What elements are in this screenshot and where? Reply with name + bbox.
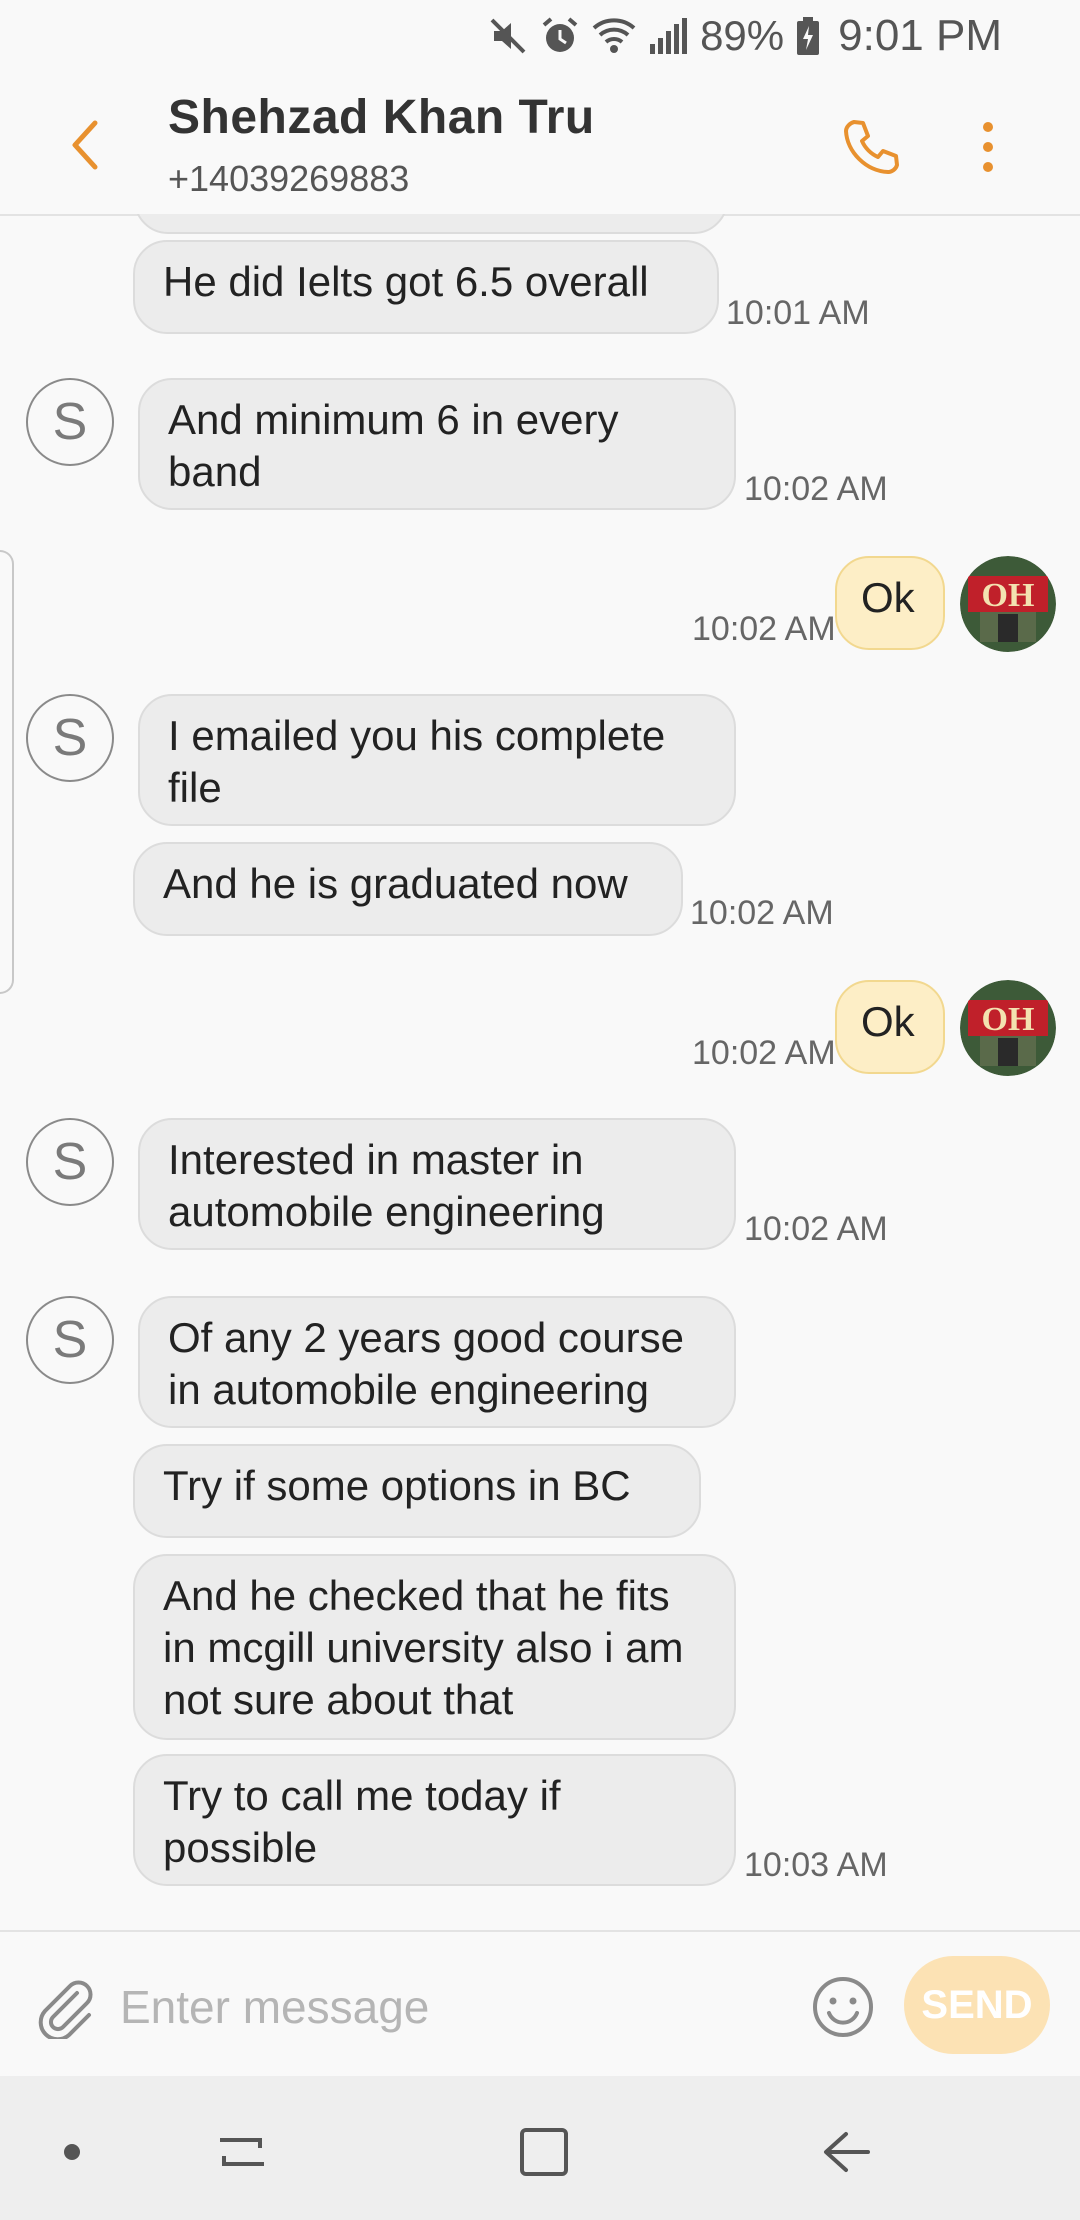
recent-apps-icon — [220, 2138, 264, 2166]
message-timestamp: 10:01 AM — [726, 294, 870, 332]
incoming-message[interactable]: Interested in master in automobile engin… — [138, 1118, 736, 1250]
incoming-message[interactable]: And he is graduated now — [133, 842, 683, 936]
home-square-icon — [520, 2128, 568, 2176]
sender-avatar[interactable]: S — [26, 378, 114, 466]
more-options-button[interactable] — [964, 112, 1012, 182]
nav-dot-button[interactable] — [32, 2112, 112, 2192]
back-arrow-icon — [824, 2132, 870, 2172]
emoji-button[interactable] — [808, 1972, 878, 2042]
incoming-message[interactable]: He did Ielts got 6.5 overall — [133, 240, 719, 334]
message-list[interactable]: He did Ielts got 6.5 overall 10:01 AM S … — [0, 214, 1080, 1930]
dot-icon — [64, 2144, 80, 2160]
wifi-icon — [592, 16, 636, 56]
incoming-message[interactable]: Try if some options in BC — [133, 1444, 701, 1538]
battery-percent: 89% — [700, 12, 785, 59]
back-nav-button[interactable] — [806, 2112, 886, 2192]
call-button[interactable] — [836, 112, 906, 182]
svg-text:OH: OH — [982, 1001, 1035, 1038]
alarm-icon — [540, 16, 580, 56]
contact-name[interactable]: Shehzad Khan Tru — [168, 90, 595, 145]
chevron-left-icon — [72, 120, 98, 170]
incoming-message[interactable]: Try to call me today if possible — [133, 1754, 736, 1886]
outgoing-message[interactable]: Ok — [835, 556, 945, 650]
incoming-message[interactable]: Of any 2 years good course in automobile… — [138, 1296, 736, 1428]
clock: 9:01 PM — [838, 11, 1002, 60]
message-timestamp: 10:02 AM — [692, 610, 836, 648]
conversation-header: Shehzad Khan Tru +14039269883 — [0, 72, 1080, 216]
attach-button[interactable] — [30, 1972, 100, 2042]
send-button[interactable]: SEND — [904, 1956, 1050, 2054]
message-timestamp: 10:03 AM — [744, 1846, 888, 1884]
sender-avatar[interactable]: S — [26, 1296, 114, 1384]
message-timestamp: 10:02 AM — [744, 1210, 888, 1248]
home-button[interactable] — [504, 2112, 584, 2192]
my-avatar[interactable]: OH — [960, 980, 1056, 1076]
sender-avatar[interactable]: S — [26, 694, 114, 782]
back-button[interactable] — [50, 110, 120, 180]
message-timestamp: 10:02 AM — [692, 1034, 836, 1072]
system-nav-bar — [0, 2076, 1080, 2220]
incoming-message[interactable]: And he checked that he fits in mcgill un… — [133, 1554, 736, 1740]
status-bar: 89% 9:01 PM — [0, 0, 1080, 72]
signal-icon — [648, 16, 688, 56]
message-input[interactable] — [118, 1966, 782, 2048]
more-vertical-icon — [983, 122, 993, 172]
emoji-icon — [813, 1977, 873, 2037]
sender-avatar[interactable]: S — [26, 1118, 114, 1206]
scroll-handle[interactable] — [0, 550, 14, 994]
battery-charging-icon — [796, 16, 820, 56]
my-avatar[interactable]: OH — [960, 556, 1056, 652]
phone-icon — [844, 120, 899, 174]
recent-apps-button[interactable] — [202, 2112, 282, 2192]
message-timestamp: 10:02 AM — [744, 470, 888, 508]
message-bubble-partial — [134, 214, 728, 234]
contact-phone: +14039269883 — [168, 158, 410, 199]
incoming-message[interactable]: And minimum 6 in every band — [138, 378, 736, 510]
message-timestamp: 10:02 AM — [690, 894, 834, 932]
status-icons: 89% 9:01 PM — [488, 8, 1002, 64]
compose-bar: SEND — [0, 1930, 1080, 2078]
svg-text:OH: OH — [982, 577, 1035, 614]
mute-icon — [488, 16, 528, 56]
incoming-message[interactable]: I emailed you his complete file — [138, 694, 736, 826]
paperclip-icon — [38, 1980, 93, 2039]
outgoing-message[interactable]: Ok — [835, 980, 945, 1074]
